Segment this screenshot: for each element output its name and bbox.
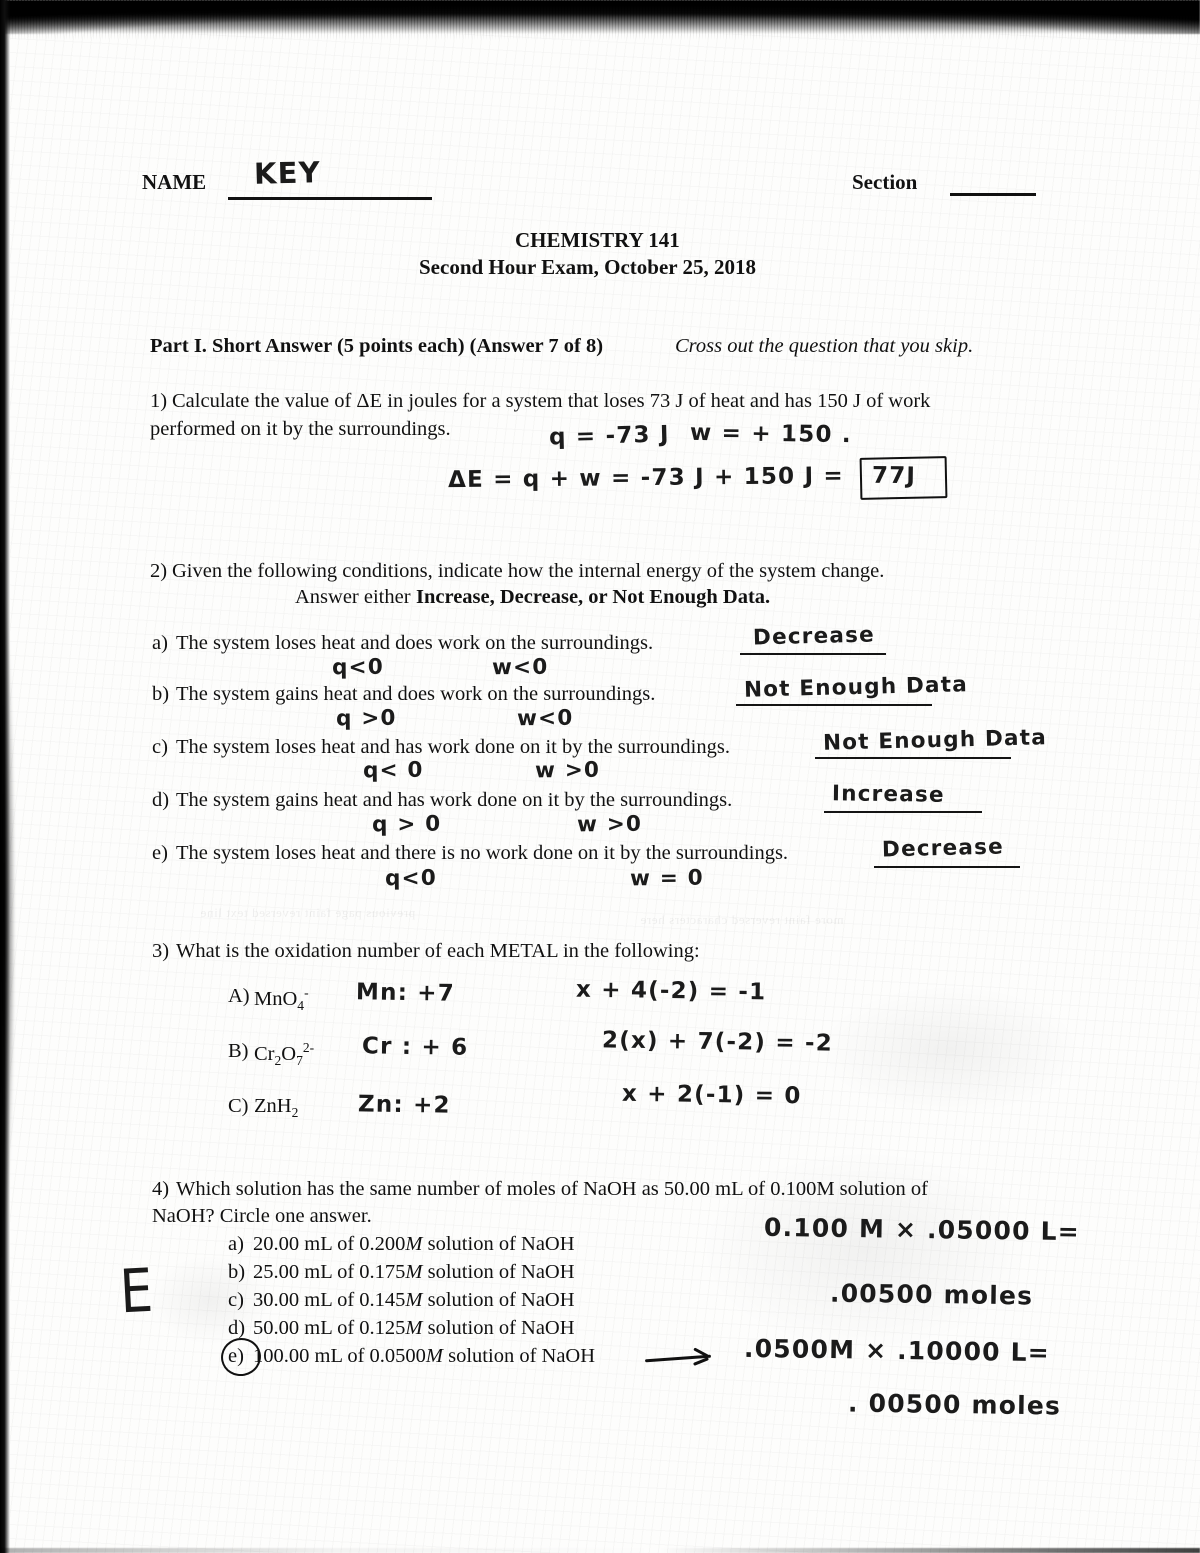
q2-item-a-answer-rule	[740, 653, 886, 655]
q4-hw-calc-line4: . 00500 moles	[847, 1388, 1062, 1421]
q3-row-a-label: A)	[228, 985, 250, 1007]
q1-handwritten-w-value: w = + 150 .	[689, 419, 852, 449]
q2-item-a-note-w: w<0	[491, 654, 549, 681]
q1-answer-box	[859, 456, 948, 500]
q2-item-a-label: a)	[152, 632, 168, 654]
q2-item-e-label: e)	[152, 842, 168, 864]
q2-item-b-answer: Not Enough Data	[743, 672, 969, 703]
q3-text: What is the oxidation number of each MET…	[176, 940, 700, 962]
q1-handwritten-work: ΔE = q + w = -73 J + 150 J =	[447, 462, 845, 494]
q2-item-c-note-q: q< 0	[362, 757, 424, 784]
q2-text-line2-bold: Increase, Decrease, or Not Enough Data.	[416, 586, 771, 608]
exam-title: Second Hour Exam, October 25, 2018	[419, 255, 756, 279]
q2-text-line2-plain: Answer either	[295, 586, 411, 608]
q2-item-c-note-w: w >0	[534, 757, 601, 784]
q2-text-line1: Given the following conditions, indicate…	[172, 560, 885, 582]
q3-row-b-formula: Cr2O72-	[254, 1040, 315, 1068]
q1-number: 1)	[150, 390, 168, 412]
name-blank-rule	[228, 197, 432, 200]
q3-row-a-answer: Mn: +7	[355, 979, 456, 1007]
q2-item-c-answer: Not Enough Data	[822, 725, 1048, 756]
q2-item-c-text: The system loses heat and has work done …	[176, 736, 730, 758]
q3-row-a-formula: MnO4-	[254, 985, 309, 1013]
q4-selected-answer-circle	[217, 1334, 265, 1380]
q2-item-c-answer-rule	[815, 757, 1011, 759]
name-value-handwritten: KEY	[253, 155, 322, 191]
q2-item-d-text: The system gains heat and has work done …	[176, 789, 733, 811]
q4-option-e-text[interactable]: 100.00 mL of 0.0500M solution of NaOH	[253, 1345, 595, 1368]
q4-hw-calc-line2: .00500 moles	[829, 1278, 1034, 1311]
q3-row-c-label: C)	[228, 1095, 249, 1117]
q2-item-b-note-w: w<0	[516, 705, 574, 732]
q3-number: 3)	[152, 940, 170, 962]
course-title: CHEMISTRY 141	[515, 228, 680, 252]
q2-item-d-note-q: q > 0	[371, 811, 442, 838]
q2-item-c-label: c)	[152, 736, 168, 758]
q4-option-d-text[interactable]: 50.00 mL of 0.125M solution of NaOH	[253, 1317, 575, 1340]
q3-row-c-answer: Zn: +2	[357, 1091, 451, 1119]
q3-row-b-work: 2(x) + 7(-2) = -2	[601, 1027, 834, 1057]
q4-hw-calc-line1: 0.100 M × .05000 L=	[763, 1212, 1081, 1247]
q3-row-b-label: B)	[228, 1040, 249, 1062]
q4-option-c-text[interactable]: 30.00 mL of 0.145M solution of NaOH	[253, 1289, 575, 1312]
q4-text-line1: Which solution has the same number of mo…	[176, 1178, 928, 1200]
q2-item-b-text: The system gains heat and does work on t…	[176, 683, 656, 705]
section-blank-rule	[950, 193, 1036, 196]
q3-row-c-work: x + 2(-1) = 0	[621, 1080, 802, 1110]
q2-item-d-label: d)	[152, 789, 170, 811]
part-one-heading: Part I. Short Answer (5 points each) (An…	[150, 335, 604, 357]
margin-grade-mark: E	[118, 1256, 155, 1328]
q2-item-e-note-q: q<0	[384, 865, 438, 892]
q4-option-d-label[interactable]: d)	[228, 1317, 245, 1340]
q1-text-line2: performed on it by the surroundings.	[150, 418, 451, 440]
scanned-exam-page: previous page faint reversed text line m…	[0, 0, 1200, 1553]
q2-item-e-answer-rule	[874, 866, 1020, 868]
q2-item-a-answer: Decrease	[752, 622, 876, 651]
q3-row-b-answer: Cr : + 6	[361, 1033, 469, 1061]
q4-text-line2: NaOH? Circle one answer.	[152, 1205, 372, 1227]
q2-item-e-note-w: w = 0	[629, 865, 704, 892]
q2-item-d-note-w: w >0	[576, 811, 643, 838]
q2-item-a-text: The system loses heat and does work on t…	[176, 632, 654, 654]
q4-option-c-label[interactable]: c)	[228, 1289, 244, 1312]
q4-number: 4)	[152, 1178, 170, 1200]
q4-option-b-label[interactable]: b)	[228, 1261, 245, 1284]
q3-row-a-work: x + 4(-2) = -1	[575, 976, 767, 1006]
q1-handwritten-q-value: q = -73 J	[548, 421, 670, 451]
q1-text-line1: Calculate the value of ΔE in joules for …	[172, 390, 931, 412]
q2-item-d-answer: Increase	[831, 781, 945, 808]
q2-item-d-answer-rule	[824, 811, 982, 813]
q2-item-e-answer: Decrease	[881, 834, 1005, 863]
q2-item-a-note-q: q<0	[331, 654, 385, 681]
q4-option-a-text[interactable]: 20.00 mL of 0.200M solution of NaOH	[253, 1233, 575, 1256]
q4-option-a-label[interactable]: a)	[228, 1233, 244, 1256]
q2-item-b-answer-rule	[736, 704, 932, 706]
q4-option-b-text[interactable]: 25.00 mL of 0.175M solution of NaOH	[253, 1261, 575, 1284]
part-one-heading-italic: Cross out the question that you skip.	[675, 335, 974, 357]
q2-item-b-label: b)	[152, 683, 170, 705]
q2-item-e-text: The system loses heat and there is no wo…	[176, 842, 789, 864]
q2-item-b-note-q: q >0	[335, 705, 397, 732]
section-label: Section	[852, 170, 918, 194]
q3-row-c-formula: ZnH2	[254, 1095, 299, 1121]
q2-number: 2)	[150, 560, 168, 582]
q4-hw-calc-line3: .0500M × .10000 L=	[743, 1333, 1051, 1368]
name-label: NAME	[142, 170, 207, 194]
